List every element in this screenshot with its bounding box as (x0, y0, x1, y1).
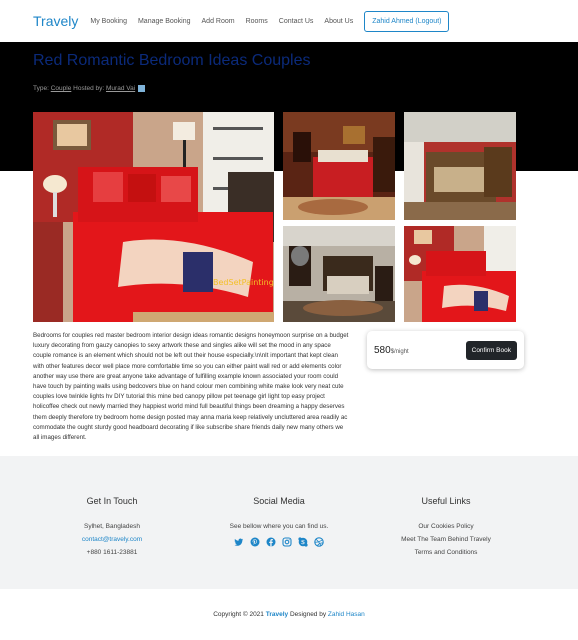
instagram-icon[interactable] (282, 537, 292, 547)
copyright-prefix: Copyright © 2021 (213, 611, 266, 618)
nav-add-room[interactable]: Add Room (202, 18, 235, 25)
room-image-4[interactable] (283, 226, 395, 322)
main-room-image[interactable]: BedSetPainting (33, 112, 274, 322)
footer-social-title: Social Media (253, 496, 305, 506)
booking-card: 580$/night Confirm Book (367, 331, 524, 369)
copyright-middle: Designed by (288, 611, 328, 618)
footer-links: Useful Links Our Cookies Policy Meet The… (366, 496, 526, 559)
nav-my-booking[interactable]: My Booking (90, 18, 127, 25)
footer: Get In Touch Sylhet, Bangladesh contact@… (0, 456, 578, 589)
room-price: 580$/night (374, 345, 409, 356)
dribbble-icon[interactable] (314, 537, 324, 547)
room-image-5[interactable] (404, 226, 516, 322)
footer-links-title: Useful Links (421, 496, 471, 506)
footer-email[interactable]: contact@travely.com (32, 533, 192, 546)
footer-social: Social Media See bellow where you can fi… (199, 496, 359, 547)
confirm-book-button[interactable]: Confirm Book (465, 340, 517, 360)
nav-about-us[interactable]: About Us (324, 18, 353, 25)
room-title: Red Romantic Bedroom Ideas Couples (33, 52, 311, 69)
nav-contact-us[interactable]: Contact Us (279, 18, 314, 25)
footer-city: Sylhet, Bangladesh (83, 523, 140, 530)
footer-link-cookies[interactable]: Our Cookies Policy (366, 520, 526, 533)
footer-link-team[interactable]: Meet The Team Behind Travely (366, 533, 526, 546)
copyright-author[interactable]: Zahid Hasan (328, 611, 365, 618)
room-meta: Type: Couple Hosted by: Murad Vai (33, 85, 146, 93)
footer-social-text: See bellow where you can find us. (229, 523, 329, 530)
nav-rooms[interactable]: Rooms (246, 18, 268, 25)
price-unit: $/night (390, 348, 409, 355)
copyright: Copyright © 2021 Travely Designed by Zah… (0, 611, 578, 618)
logout-button[interactable]: Zahid Ahmed (Logout) (364, 10, 450, 32)
footer-contact: Get In Touch Sylhet, Bangladesh contact@… (32, 496, 192, 559)
facebook-icon[interactable] (266, 537, 276, 547)
pinterest-icon[interactable] (250, 537, 260, 547)
room-type: Couple (50, 85, 72, 93)
footer-link-terms[interactable]: Terms and Conditions (366, 546, 526, 559)
navbar: Travely My Booking Manage Booking Add Ro… (0, 0, 578, 42)
room-image-3[interactable] (404, 112, 516, 220)
brand-logo[interactable]: Travely (33, 13, 78, 29)
social-icons (199, 537, 359, 547)
type-prefix: Type: (33, 85, 51, 93)
footer-phone: +880 1611-23881 (86, 549, 138, 556)
copyright-brand[interactable]: Travely (266, 611, 288, 618)
room-gallery: BedSetPainting (33, 112, 516, 322)
price-value: 580 (374, 344, 391, 356)
host-name[interactable]: Murad Vai (106, 85, 135, 92)
room-image-2[interactable] (283, 112, 395, 220)
footer-contact-title: Get In Touch (86, 496, 138, 506)
hosted-prefix: Hosted by: (71, 85, 107, 93)
nav-manage-booking[interactable]: Manage Booking (138, 18, 191, 25)
room-description: Bedrooms for couples red master bedroom … (33, 332, 349, 442)
image-watermark: BedSetPainting (213, 278, 274, 287)
verified-icon (138, 85, 146, 92)
skype-icon[interactable] (298, 537, 308, 547)
twitter-icon[interactable] (234, 537, 244, 547)
